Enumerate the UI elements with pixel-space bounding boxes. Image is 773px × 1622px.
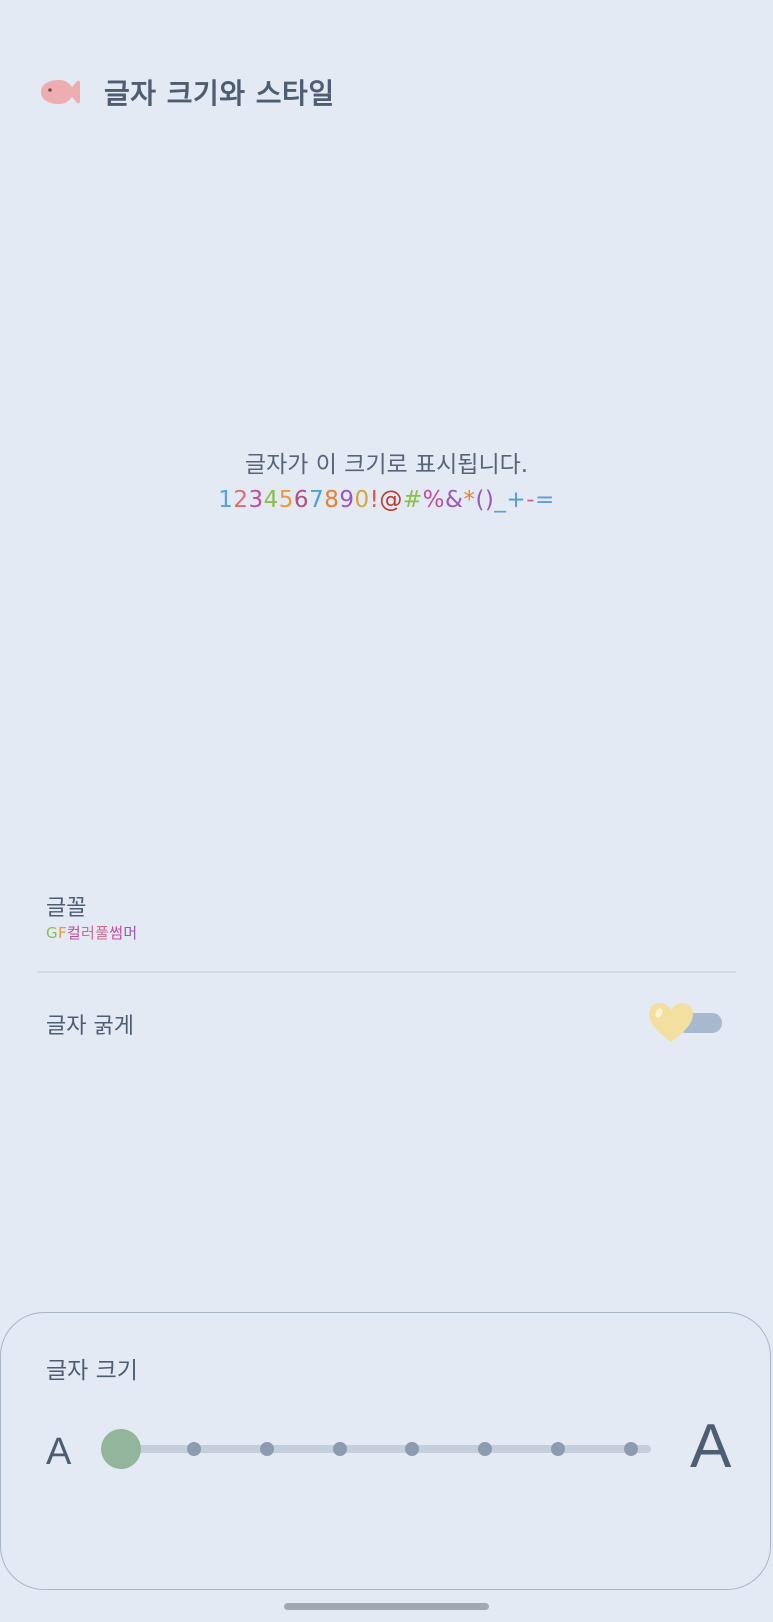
top-bar: 글자 크기와 스타일 xyxy=(38,68,335,116)
home-indicator[interactable] xyxy=(284,1603,489,1610)
page-title: 글자 크기와 스타일 xyxy=(104,77,335,110)
preview-char: 7 xyxy=(309,487,325,513)
preview-char: * xyxy=(463,487,476,513)
preview-char: 0 xyxy=(354,487,370,513)
preview-char: + xyxy=(506,487,527,513)
small-size-indicator: A xyxy=(46,1431,72,1473)
slider-stop[interactable] xyxy=(551,1442,566,1456)
bold-setting-label: 글자 굵게 xyxy=(46,1014,134,1039)
preview-char: ! xyxy=(369,487,380,513)
preview-char: @ xyxy=(379,487,403,513)
preview-char: = xyxy=(535,487,555,513)
preview-text: 글자가 이 크기로 표시됩니다. xyxy=(244,452,529,478)
slider-stop[interactable] xyxy=(186,1442,201,1456)
slider-stop[interactable] xyxy=(332,1442,347,1456)
slider-thumb[interactable] xyxy=(101,1429,141,1469)
font-setting-value: GF컬러풀썸머 xyxy=(46,922,137,943)
preview-char: 8 xyxy=(324,487,340,513)
divider xyxy=(37,971,736,973)
large-size-indicator: A xyxy=(690,1412,732,1481)
slider-stop[interactable] xyxy=(405,1442,420,1456)
preview-char: 2 xyxy=(233,487,249,513)
font-setting-row[interactable]: 글꼴 GF컬러풀썸머 xyxy=(0,876,773,970)
font-name-char: G xyxy=(46,924,58,942)
fish-back-icon xyxy=(41,80,80,104)
preview-char: 1 xyxy=(218,487,234,513)
slider-stop[interactable] xyxy=(478,1442,493,1456)
font-name-char: 러 xyxy=(80,924,96,942)
preview-char: ( xyxy=(475,487,485,513)
back-button[interactable] xyxy=(38,75,82,109)
font-name-char: 컬 xyxy=(66,924,81,942)
heart-icon xyxy=(649,1003,693,1042)
font-name-char: 썸 xyxy=(109,924,124,942)
slider-stop[interactable] xyxy=(624,1442,638,1456)
font-size-label: 글자 크기 xyxy=(46,1358,138,1384)
preview-char: _ xyxy=(494,487,507,513)
slider-stop[interactable] xyxy=(259,1442,274,1456)
font-size-slider[interactable] xyxy=(101,1425,661,1473)
preview-char: 4 xyxy=(263,487,279,513)
preview-char: & xyxy=(445,487,464,513)
preview-char: ) xyxy=(484,487,495,513)
preview-char: # xyxy=(402,487,423,513)
preview-area: 글자가 이 크기로 표시됩니다. 1234567890!@#%&*()_+-= xyxy=(0,448,773,518)
preview-char: 3 xyxy=(248,487,264,513)
preview-char: 9 xyxy=(339,487,355,513)
preview-char: % xyxy=(422,487,445,513)
font-size-panel: 글자 크기 A A xyxy=(0,1312,771,1590)
preview-char: 5 xyxy=(278,487,294,513)
preview-char: 6 xyxy=(293,487,310,513)
bold-setting-row[interactable]: 글자 굵게 xyxy=(0,990,773,1060)
preview-sample-characters: 1234567890!@#%&*()_+-= xyxy=(0,482,773,518)
preview-char: - xyxy=(526,487,535,513)
font-setting-label: 글꼴 xyxy=(46,896,87,921)
font-name-char: F xyxy=(57,924,67,942)
bold-toggle[interactable] xyxy=(646,1000,724,1046)
font-name-char: 풀 xyxy=(95,924,110,942)
font-name-char: 머 xyxy=(123,924,138,942)
